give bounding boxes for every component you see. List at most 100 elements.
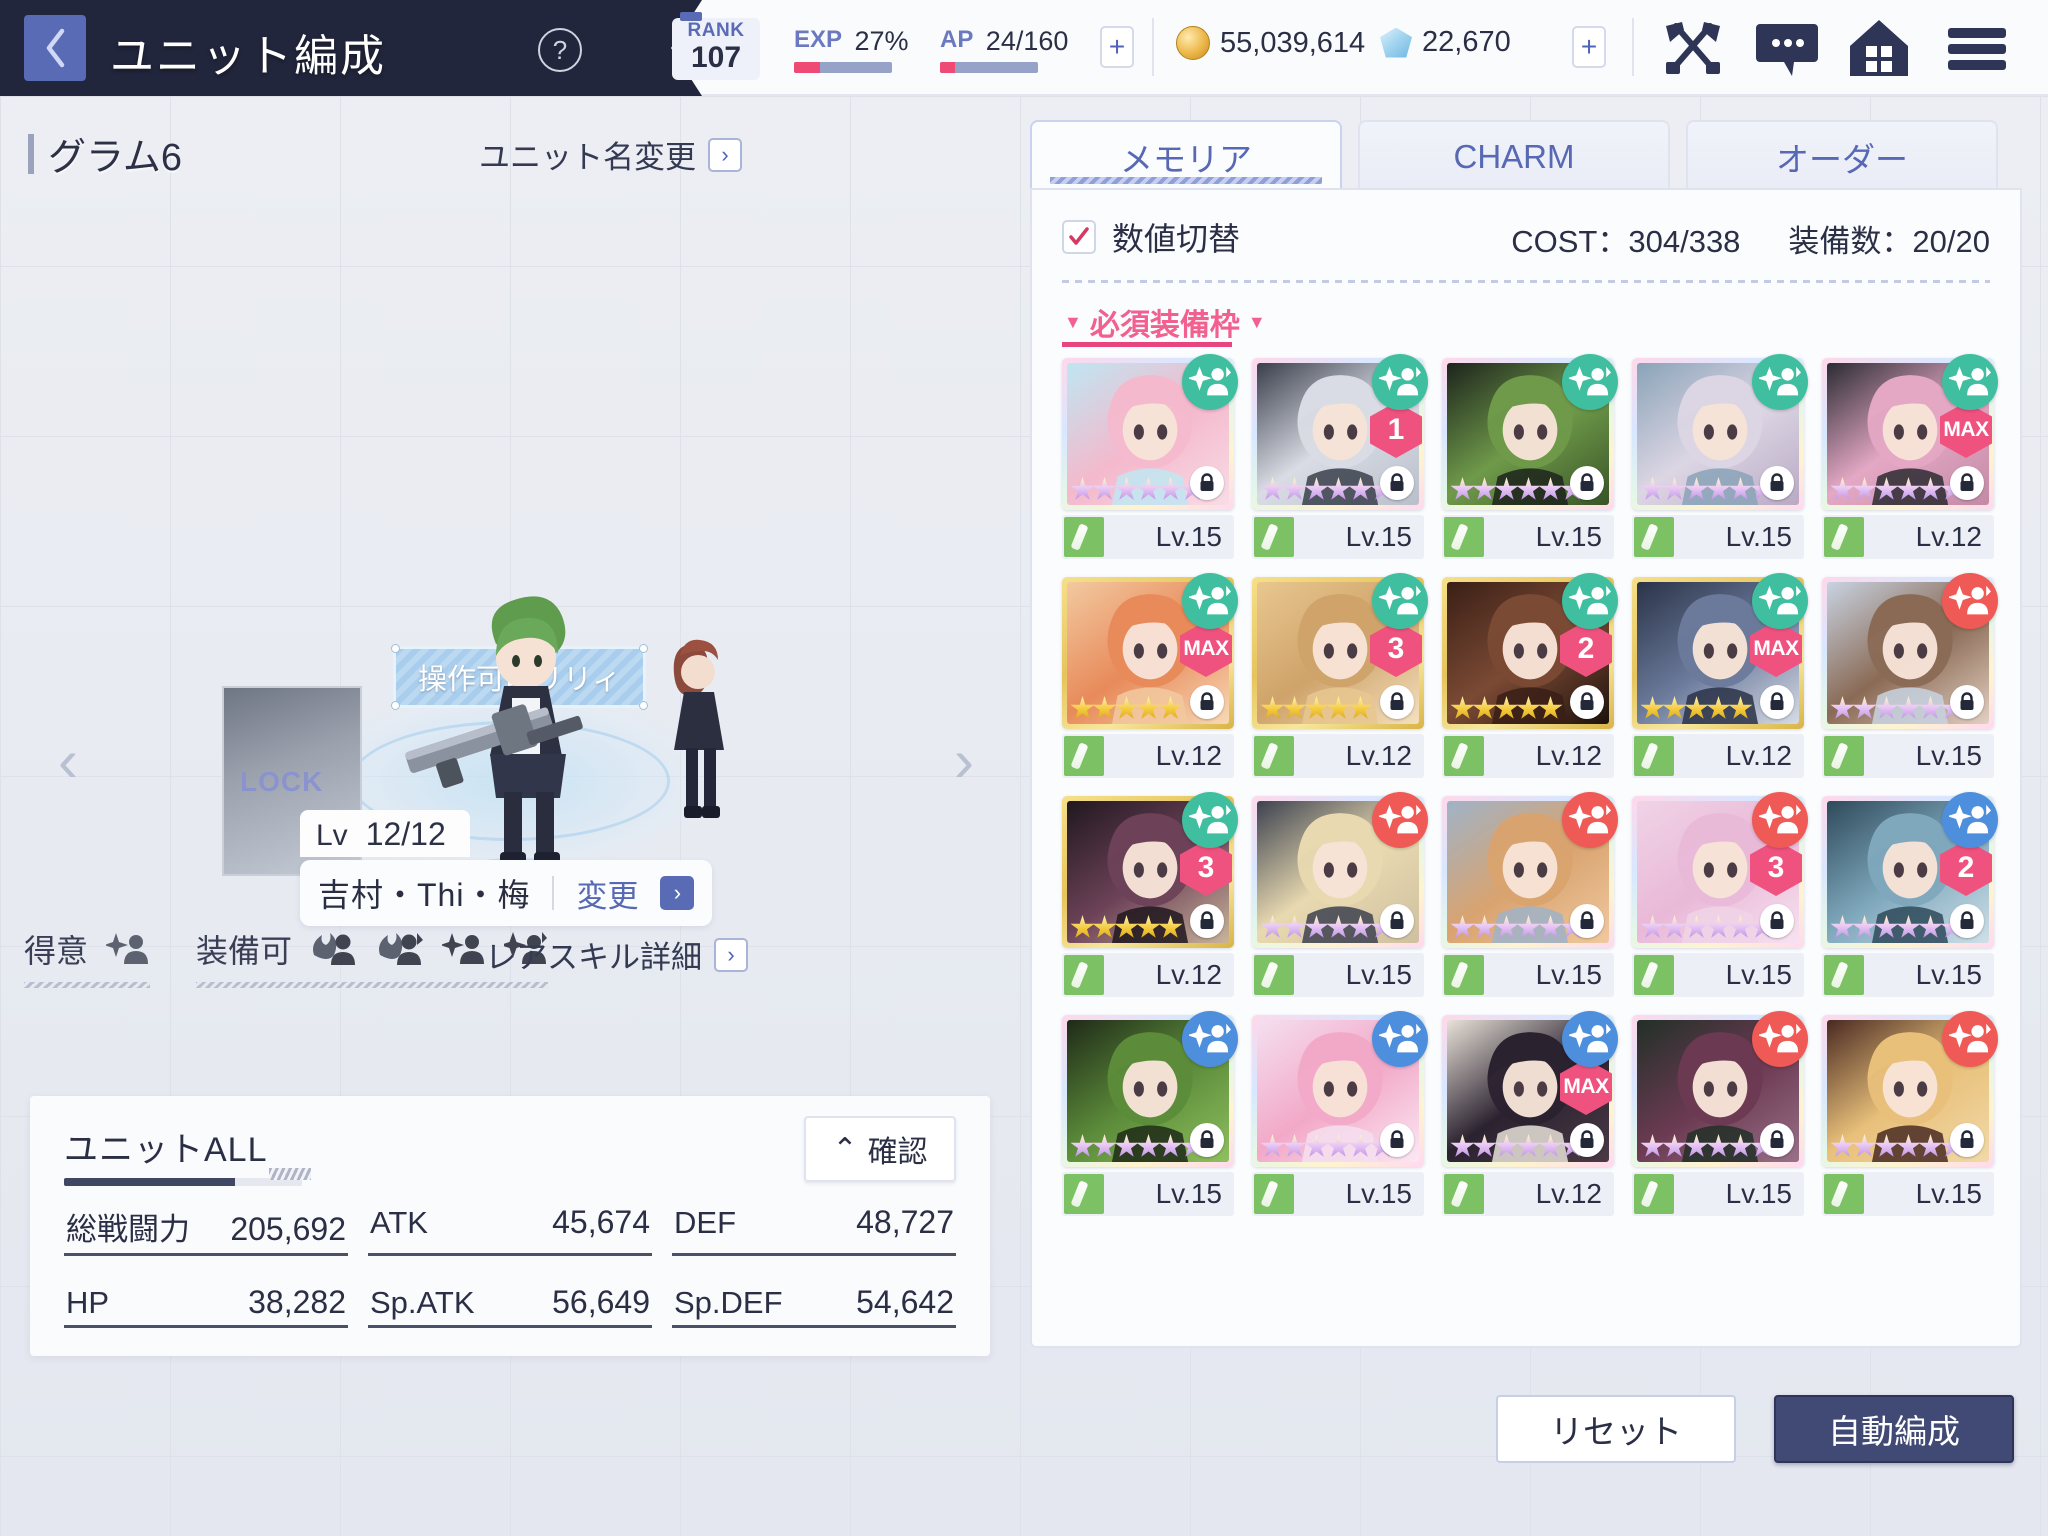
memoria-card[interactable]: MAX <box>1632 573 1808 729</box>
gem-plus-button[interactable]: + <box>1572 26 1606 68</box>
gem-currency: 22,670 <box>1380 26 1511 59</box>
memoria-card-cell[interactable]: MAX Lv.12 <box>1822 354 1998 559</box>
memoria-card-cell[interactable]: 3 Lv.12 <box>1252 573 1428 778</box>
memoria-card-cell[interactable]: 3 Lv.12 <box>1062 792 1238 997</box>
memoria-card[interactable] <box>1252 1011 1428 1167</box>
blade-slot-icon <box>1254 1174 1294 1214</box>
chevron-right-icon: › <box>714 937 748 972</box>
memoria-card[interactable] <box>1442 354 1618 510</box>
ap-plus-button[interactable]: + <box>1100 26 1134 68</box>
auto-formation-button[interactable]: 自動編成 <box>1774 1395 2014 1463</box>
memoria-card[interactable] <box>1822 1011 1998 1167</box>
memoria-type-badge <box>1752 573 1808 629</box>
back-button[interactable] <box>24 15 86 81</box>
star-icon <box>1092 1134 1117 1157</box>
confirm-caret-icon: ⌃ <box>832 1132 858 1166</box>
memoria-card[interactable]: 1 <box>1252 354 1428 510</box>
memoria-card-cell[interactable]: Lv.15 <box>1822 573 1998 778</box>
memoria-card-cell[interactable]: MAX Lv.12 <box>1442 1011 1618 1216</box>
memoria-card[interactable] <box>1632 354 1808 510</box>
memoria-card-cell[interactable]: Lv.15 <box>1062 1011 1238 1216</box>
memoria-card-cell[interactable]: MAX Lv.12 <box>1062 573 1238 778</box>
memoria-card[interactable]: MAX <box>1822 354 1998 510</box>
memoria-card-cell[interactable]: 1 Lv.15 <box>1252 354 1428 559</box>
blade-slot-icon <box>1064 955 1104 995</box>
rename-unit-button[interactable]: ユニット名変更 › <box>479 132 742 177</box>
memoria-card-cell[interactable]: Lv.15 <box>1822 1011 1998 1216</box>
home-icon[interactable] <box>1846 16 1912 85</box>
sparkle-person-icon <box>106 933 149 964</box>
memoria-card[interactable]: 3 <box>1252 573 1428 729</box>
lock-badge <box>1190 685 1224 719</box>
memoria-card[interactable]: 2 <box>1442 573 1618 729</box>
lock-icon <box>1580 1130 1594 1148</box>
blade-slot-icon <box>1254 517 1294 557</box>
memoria-card[interactable] <box>1822 573 1998 729</box>
memoria-card-cell[interactable]: 2 Lv.12 <box>1442 573 1618 778</box>
memoria-level-row: Lv.12 <box>1062 734 1234 778</box>
lock-badge <box>1570 1123 1604 1157</box>
tab-order[interactable]: オーダー <box>1686 120 1998 192</box>
prev-character-arrow[interactable]: ‹ <box>58 726 78 795</box>
change-character-button[interactable]: › <box>660 876 695 910</box>
star-icon <box>1918 1134 1943 1157</box>
memoria-card-cell[interactable]: Lv.15 <box>1632 1011 1808 1216</box>
memoria-type-badge <box>1372 792 1428 848</box>
sparkle-person-icon <box>1569 585 1611 615</box>
tab-charm[interactable]: CHARM <box>1358 120 1670 192</box>
memoria-card-cell[interactable]: Lv.15 <box>1442 792 1618 997</box>
blade-slot-icon <box>1634 736 1674 776</box>
memoria-card[interactable]: 2 <box>1822 792 1998 948</box>
ap-bar <box>940 62 1038 73</box>
value-toggle-checkbox[interactable] <box>1062 220 1096 254</box>
star-icon <box>1538 696 1563 719</box>
memoria-card[interactable] <box>1442 792 1618 948</box>
memoria-card-cell[interactable]: Lv.15 <box>1442 354 1618 559</box>
tab-memoria[interactable]: メモリア <box>1030 120 1342 192</box>
memoria-card[interactable] <box>1062 354 1238 510</box>
memoria-card[interactable]: MAX <box>1442 1011 1618 1167</box>
memoria-card-cell[interactable]: Lv.15 <box>1632 354 1808 559</box>
rarity-stars <box>1640 915 1775 940</box>
memoria-card[interactable] <box>1252 792 1428 948</box>
lock-icon <box>1960 692 1974 710</box>
confirm-button[interactable]: ⌃ 確認 <box>804 1116 956 1182</box>
sparkle-person-icon <box>1569 804 1611 834</box>
star-icon <box>1326 915 1351 938</box>
required-slot-header[interactable]: ▼ 必須装備枠 ▼ <box>1064 300 1266 348</box>
memoria-level: Lv.12 <box>1915 521 1982 552</box>
memoria-level-row: Lv.15 <box>1822 734 1994 778</box>
memoria-card[interactable] <box>1632 1011 1808 1167</box>
star-icon <box>1874 1134 1899 1157</box>
reset-button[interactable]: リセット <box>1496 1395 1736 1463</box>
memoria-card[interactable]: MAX <box>1062 573 1238 729</box>
character-stage: LOCK 操作可能リリィ <box>0 246 1022 926</box>
star-icon <box>1896 477 1921 500</box>
star-icon <box>1830 915 1855 938</box>
star-icon <box>1070 477 1095 500</box>
lock-badge <box>1950 1123 1984 1157</box>
memoria-card[interactable]: 3 <box>1062 792 1238 948</box>
next-character-arrow[interactable]: › <box>954 726 974 795</box>
memoria-card-cell[interactable]: MAX Lv.12 <box>1632 573 1808 778</box>
stat-value: 56,649 <box>552 1284 650 1320</box>
memoria-card-cell[interactable]: 2 Lv.15 <box>1822 792 1998 997</box>
memoria-card-cell[interactable]: Lv.15 <box>1252 1011 1428 1216</box>
chat-bubble-icon[interactable] <box>1754 16 1820 85</box>
sparkle-person-icon <box>1379 1023 1421 1053</box>
chevron-left-icon <box>46 28 65 68</box>
memoria-card[interactable] <box>1062 1011 1238 1167</box>
crossed-swords-icon[interactable] <box>1660 16 1726 85</box>
memoria-card-cell[interactable]: 3 Lv.15 <box>1632 792 1808 997</box>
star-icon <box>1304 696 1329 719</box>
help-button[interactable]: ? <box>538 28 582 72</box>
memoria-card-cell[interactable]: Lv.15 <box>1062 354 1238 559</box>
star-icon <box>1538 477 1563 500</box>
memoria-level: Lv.15 <box>1915 740 1982 771</box>
rare-skill-detail-button[interactable]: レアスキル詳細 › <box>485 932 748 977</box>
memoria-card[interactable]: 3 <box>1632 792 1808 948</box>
memoria-card-cell[interactable]: Lv.15 <box>1252 792 1428 997</box>
coin-icon <box>1176 26 1210 60</box>
hamburger-menu-icon[interactable] <box>1944 16 2010 85</box>
memoria-level-row: Lv.15 <box>1062 1172 1234 1216</box>
